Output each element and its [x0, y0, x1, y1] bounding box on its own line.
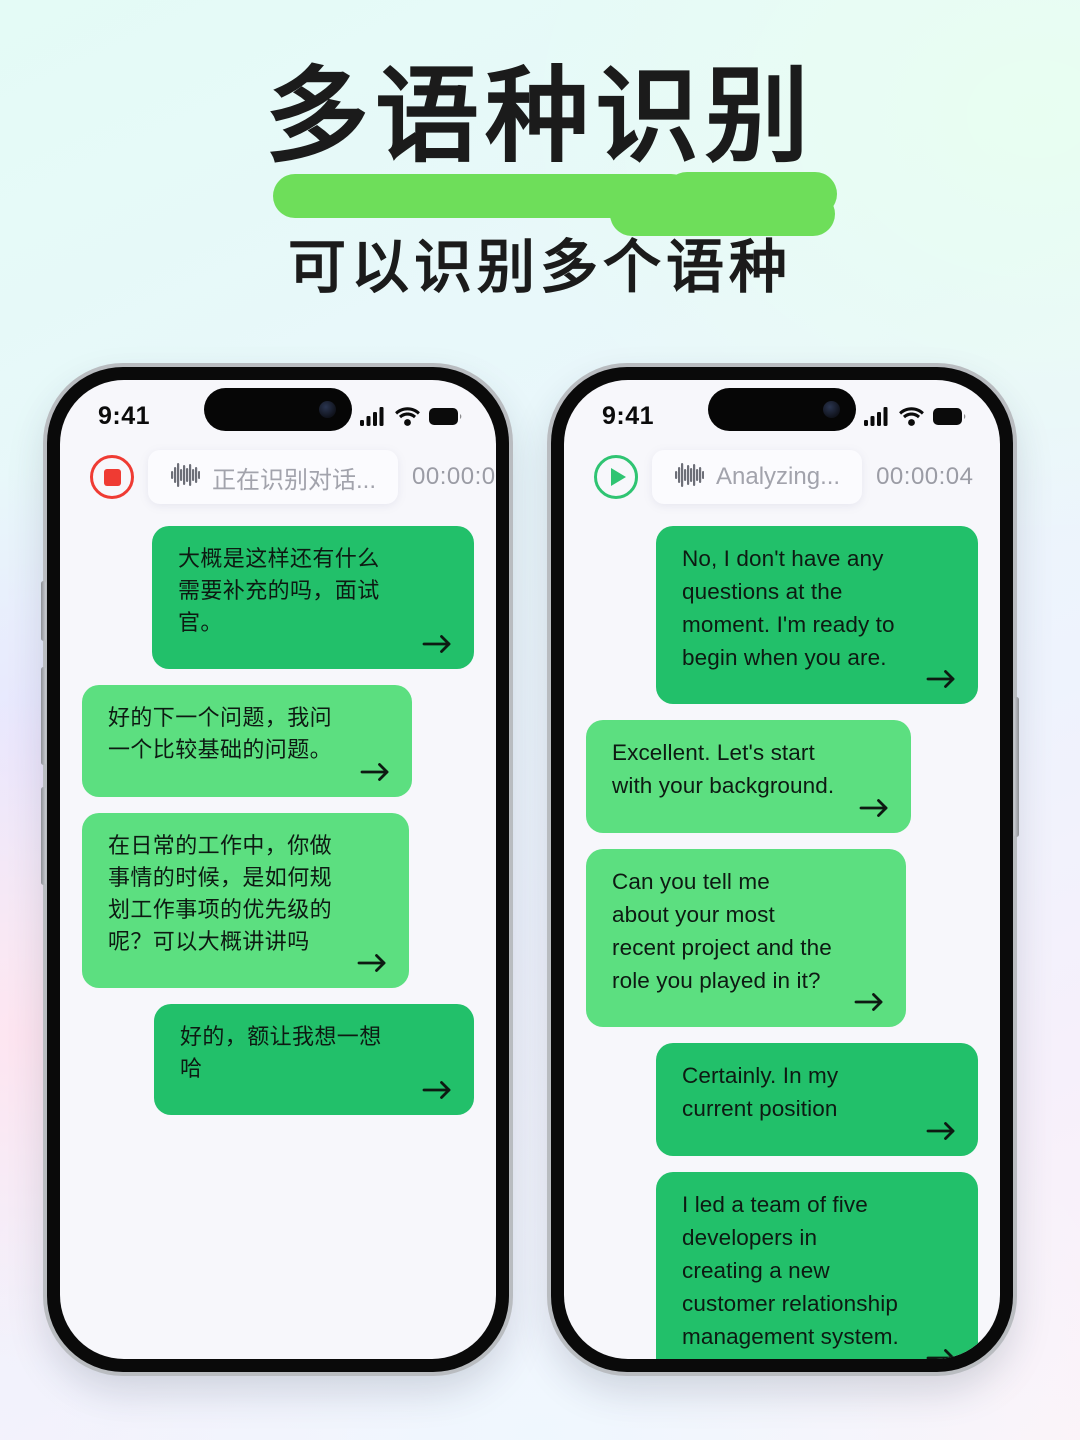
title-block: 多语种识别: [264, 52, 837, 236]
forward-arrow-icon[interactable]: [926, 1347, 958, 1359]
forward-arrow-icon[interactable]: [926, 668, 958, 690]
forward-arrow-icon[interactable]: [360, 761, 392, 783]
recording-timer: 00:00:04: [412, 463, 496, 490]
promo-header: 多语种识别 可以识别多个语种: [0, 0, 1080, 304]
battery-icon: [429, 407, 462, 425]
forward-arrow-icon: [422, 1081, 451, 1100]
forward-arrow-icon[interactable]: [422, 633, 454, 655]
status-icons: [864, 406, 966, 426]
phone-screen: 9:41 Analyzing... 00:00:04 No, I don't have…: [564, 380, 1000, 1359]
chat-bubble-text: Can you tell me about your most recent p…: [612, 869, 832, 993]
volume-down-button[interactable]: [41, 787, 46, 885]
audio-waveform-icon: [171, 462, 201, 487]
volume-up-button[interactable]: [41, 667, 46, 765]
dynamic-island: [708, 388, 856, 431]
chat-bubble[interactable]: Excellent. Let's start with your backgro…: [586, 720, 911, 834]
chat-bubble[interactable]: 好的，额让我想一想哈: [154, 1003, 474, 1116]
page-subtitle: 可以识别多个语种: [287, 235, 792, 300]
audio-waveform-icon: [675, 462, 705, 487]
play-button[interactable]: [594, 455, 638, 499]
chat-bubble[interactable]: 好的下一个问题，我问一个比较基础的问题。: [82, 685, 412, 797]
chat-transcript-list: No, I don't have any questions at the mo…: [564, 504, 1000, 1359]
chat-bubble-text: Excellent. Let's start with your backgro…: [612, 740, 835, 799]
chat-bubble-text: 大概是这样还有什么需要补充的吗，面试官。: [178, 546, 380, 636]
forward-arrow-icon: [360, 762, 389, 781]
forward-arrow-icon[interactable]: [357, 952, 389, 974]
status-bar: 9:41: [60, 380, 496, 438]
phone-screen: 9:41 正在识别对话... 00:00:04 大概是这样还有什么需要补充的吗，面试官…: [60, 380, 496, 1359]
front-camera-icon: [319, 401, 336, 418]
phone-mockup-left: 9:41 正在识别对话... 00:00:04 大概是这样还有什么需要补充的吗，面试官…: [41, 367, 509, 1372]
battery-icon: [933, 407, 966, 425]
recognition-status-text: Analyzing...: [716, 463, 841, 490]
status-clock: 9:41: [98, 401, 151, 430]
page-title: 多语种识别: [264, 59, 815, 175]
front-camera-icon: [823, 401, 840, 418]
wifi-icon: [899, 406, 924, 426]
chat-bubble-text: No, I don't have any questions at the mo…: [682, 546, 895, 670]
forward-arrow-icon[interactable]: [854, 991, 886, 1013]
forward-arrow-icon: [854, 993, 883, 1012]
recorder-control-bar: Analyzing... 00:00:04: [564, 438, 1000, 504]
mute-switch[interactable]: [41, 581, 46, 641]
audio-waveform-icon: [674, 462, 705, 493]
stop-record-button[interactable]: [90, 455, 134, 499]
forward-arrow-icon: [357, 954, 386, 972]
recognition-status-pill: 正在识别对话...: [148, 450, 399, 504]
chat-bubble[interactable]: Can you tell me about your most recent p…: [586, 849, 906, 1028]
chat-bubble-text: 好的下一个问题，我问一个比较基础的问题。: [108, 705, 333, 763]
chat-bubble-text: 在日常的工作中，你做事情的时候，是如何规划工作事项的优先级的呢？可以大概讲讲吗: [108, 832, 333, 954]
chat-bubble[interactable]: 在日常的工作中，你做事情的时候，是如何规划工作事项的优先级的呢？可以大概讲讲吗: [82, 812, 409, 988]
recording-timer: 00:00:04: [876, 463, 974, 490]
status-bar: 9:41: [564, 380, 1000, 438]
wifi-icon: [395, 406, 420, 426]
chat-bubble[interactable]: I led a team of five developers in creat…: [656, 1172, 978, 1359]
recognition-status-pill: Analyzing...: [652, 450, 863, 504]
chat-bubble[interactable]: 大概是这样还有什么需要补充的吗，面试官。: [152, 526, 474, 670]
dynamic-island: [204, 388, 352, 431]
cellular-signal-icon: [360, 406, 384, 426]
forward-arrow-icon: [422, 635, 451, 654]
chat-bubble[interactable]: No, I don't have any questions at the mo…: [656, 526, 978, 705]
forward-arrow-icon[interactable]: [859, 797, 891, 819]
status-clock: 9:41: [602, 401, 655, 430]
forward-arrow-icon[interactable]: [926, 1120, 958, 1142]
chat-bubble-text: Certainly. In my current position: [682, 1063, 839, 1122]
recognition-status-text: 正在识别对话...: [212, 466, 377, 494]
chat-bubble[interactable]: Certainly. In my current position: [656, 1043, 978, 1157]
forward-arrow-icon: [926, 670, 955, 689]
phone-mockup-right: 9:41 Analyzing... 00:00:04 No, I don't have…: [551, 367, 1019, 1372]
recorder-control-bar: 正在识别对话... 00:00:04: [60, 438, 496, 504]
power-button[interactable]: [1014, 697, 1019, 837]
status-icons: [360, 406, 462, 426]
chat-bubble-text: I led a team of five developers in creat…: [682, 1192, 899, 1349]
audio-waveform-icon: [170, 462, 201, 493]
cellular-signal-icon: [864, 406, 888, 426]
chat-transcript-list: 大概是这样还有什么需要补充的吗，面试官。好的下一个问题，我问一个比较基础的问题。…: [60, 504, 496, 1116]
forward-arrow-icon[interactable]: [422, 1079, 454, 1101]
forward-arrow-icon: [926, 1122, 955, 1141]
forward-arrow-icon: [859, 799, 888, 817]
chat-bubble-text: 好的，额让我想一想哈: [180, 1023, 382, 1082]
forward-arrow-icon: [926, 1349, 955, 1359]
